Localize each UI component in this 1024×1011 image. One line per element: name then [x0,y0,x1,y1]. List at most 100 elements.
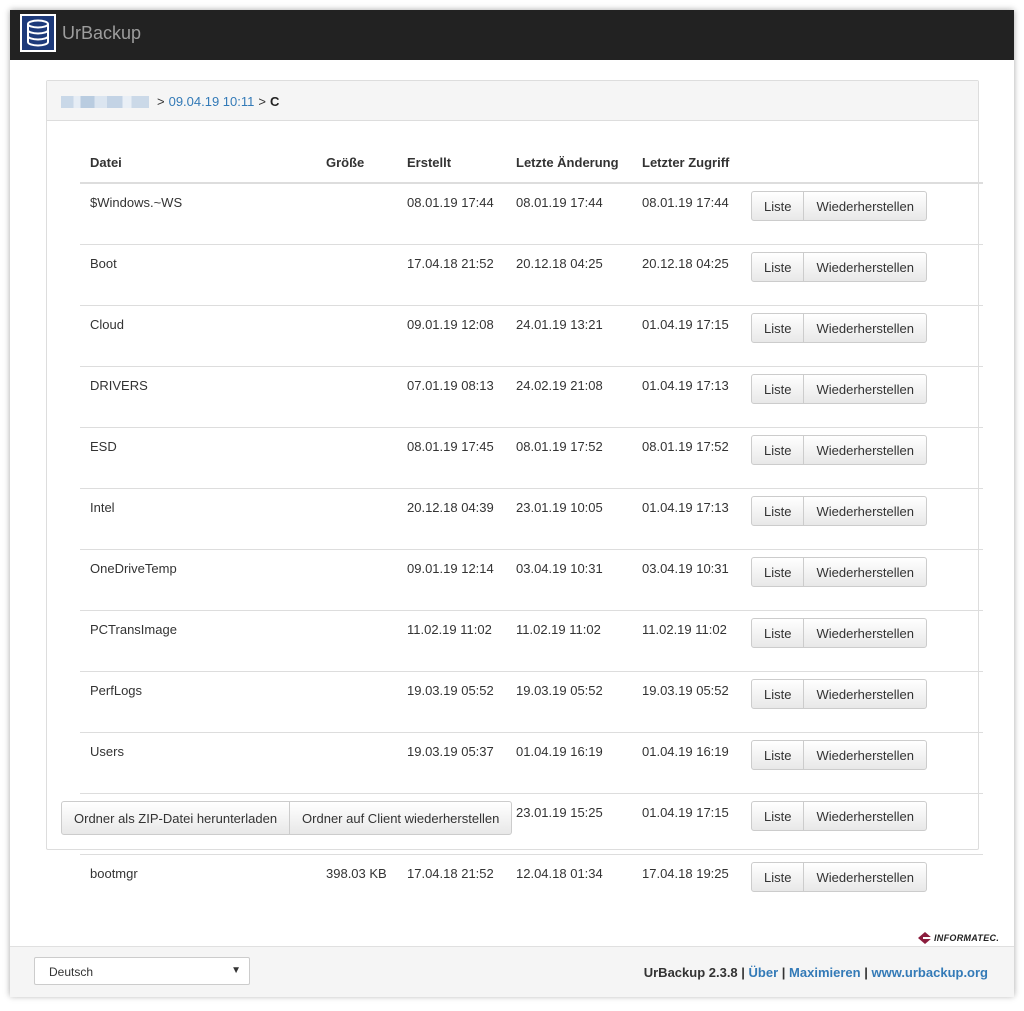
file-accessed: 01.04.19 17:13 [634,488,745,550]
file-name[interactable]: bootmgr [80,854,318,915]
maximize-link[interactable]: Maximieren [789,965,861,980]
file-name[interactable]: Cloud [80,305,318,367]
row-actions: Liste Wiederherstellen [745,182,983,245]
file-name[interactable]: $Windows.~WS [80,182,318,245]
restore-button[interactable]: Wiederherstellen [803,435,928,465]
language-select[interactable]: Deutsch ▼ [34,957,250,985]
list-button[interactable]: Liste [751,191,805,221]
list-button[interactable]: Liste [751,557,805,587]
file-name[interactable]: Boot [80,244,318,306]
about-link[interactable]: Über [749,965,779,980]
version-label: UrBackup 2.3.8 [643,965,738,980]
row-actions: Liste Wiederherstellen [745,488,983,550]
file-created: 08.01.19 17:44 [399,182,508,245]
restore-button[interactable]: Wiederherstellen [803,374,928,404]
footer-links: UrBackup 2.3.8 | Über | Maximieren | www… [644,965,988,980]
list-button[interactable]: Liste [751,374,805,404]
file-modified: 24.01.19 13:21 [508,305,634,367]
file-modified: 03.04.19 10:31 [508,549,634,611]
file-modified: 24.02.19 21:08 [508,366,634,428]
file-size [318,549,399,611]
row-actions: Liste Wiederherstellen [745,549,983,611]
footer-separator: | [741,965,749,980]
table-row: PerfLogs 19.03.19 05:52 19.03.19 05:52 19.0… [80,671,983,733]
restore-button[interactable]: Wiederherstellen [803,801,928,831]
file-name[interactable]: PerfLogs [80,671,318,733]
restore-button[interactable]: Wiederherstellen [803,618,928,648]
row-actions: Liste Wiederherstellen [745,610,983,672]
app-title[interactable]: UrBackup [62,23,141,44]
table-row: Cloud 09.01.19 12:08 24.01.19 13:21 01.04.1… [80,305,983,367]
file-browser-panel: > 09.04.19 10:11 > C Datei Größe Erstell… [46,80,983,915]
file-name[interactable]: ESD [80,427,318,489]
restore-button[interactable]: Wiederherstellen [803,679,928,709]
restore-button[interactable]: Wiederherstellen [803,557,928,587]
list-button[interactable]: Liste [751,862,805,892]
table-row: DRIVERS 07.01.19 08:13 24.02.19 21:08 01.04… [80,366,983,428]
file-accessed: 08.01.19 17:52 [634,427,745,489]
caret-down-icon: ▼ [231,965,241,976]
table-row: Boot 17.04.18 21:52 20.12.18 04:25 20.12.18… [80,244,983,306]
file-accessed: 03.04.19 10:31 [634,549,745,611]
list-button[interactable]: Liste [751,679,805,709]
file-modified: 11.02.19 11:02 [508,610,634,672]
list-button[interactable]: Liste [751,313,805,343]
file-modified: 12.04.18 01:34 [508,854,634,915]
footer: Deutsch ▼ UrBackup 2.3.8 | Über | Maximi… [10,946,1014,997]
restore-button[interactable]: Wiederherstellen [803,740,928,770]
file-accessed: 20.12.18 04:25 [634,244,745,306]
file-size [318,732,399,794]
file-created: 09.01.19 12:14 [399,549,508,611]
file-name[interactable]: DRIVERS [80,366,318,428]
list-button[interactable]: Liste [751,801,805,831]
row-actions: Liste Wiederherstellen [745,793,983,855]
file-modified: 01.04.19 16:19 [508,732,634,794]
file-modified: 23.01.19 15:25 [508,793,634,855]
files-table: Datei Größe Erstellt Letzte Änderung Let… [80,142,983,915]
list-button[interactable]: Liste [751,740,805,770]
list-button[interactable]: Liste [751,496,805,526]
file-modified: 23.01.19 10:05 [508,488,634,550]
column-header-created: Erstellt [399,142,508,184]
breadcrumb: > 09.04.19 10:11 > C [47,81,978,121]
row-actions: Liste Wiederherstellen [745,244,983,306]
row-actions: Liste Wiederherstellen [745,671,983,733]
row-actions: Liste Wiederherstellen [745,366,983,428]
file-size [318,244,399,306]
restore-button[interactable]: Wiederherstellen [803,862,928,892]
table-row: PCTransImage 11.02.19 11:02 11.02.19 11:02… [80,610,983,672]
file-accessed: 01.04.19 17:13 [634,366,745,428]
restore-button[interactable]: Wiederherstellen [803,313,928,343]
file-accessed: 01.04.19 17:15 [634,793,745,855]
folder-actions: Ordner als ZIP-Datei herunterladen Ordne… [61,801,513,835]
website-link[interactable]: www.urbackup.org [871,965,988,980]
restore-button[interactable]: Wiederherstellen [803,191,928,221]
file-created: 17.04.18 21:52 [399,244,508,306]
file-created: 08.01.19 17:45 [399,427,508,489]
list-button[interactable]: Liste [751,252,805,282]
navbar: UrBackup [10,10,1014,60]
table-row: $Windows.~WS 08.01.19 17:44 08.01.19 17:44… [80,182,983,245]
breadcrumb-current: C [269,94,280,109]
file-name[interactable]: Users [80,732,318,794]
language-value: Deutsch [49,965,94,979]
restore-button[interactable]: Wiederherstellen [803,496,928,526]
file-name[interactable]: OneDriveTemp [80,549,318,611]
file-name[interactable]: Intel [80,488,318,550]
list-button[interactable]: Liste [751,618,805,648]
restore-button[interactable]: Wiederherstellen [803,252,928,282]
database-icon[interactable] [20,14,56,52]
file-name[interactable]: PCTransImage [80,610,318,672]
file-size [318,366,399,428]
download-zip-button[interactable]: Ordner als ZIP-Datei herunterladen [61,801,291,835]
file-accessed: 01.04.19 17:15 [634,305,745,367]
restore-to-client-button[interactable]: Ordner auf Client wiederherstellen [289,801,513,835]
list-button[interactable]: Liste [751,435,805,465]
informatec-logo: INFORMATEC. [918,932,999,944]
breadcrumb-backup-link[interactable]: 09.04.19 10:11 [169,94,255,109]
file-size [318,182,399,245]
column-header-modified: Letzte Änderung [508,142,634,184]
breadcrumb-separator: > [258,94,266,109]
file-accessed: 19.03.19 05:52 [634,671,745,733]
client-name-blurred[interactable] [61,95,149,108]
